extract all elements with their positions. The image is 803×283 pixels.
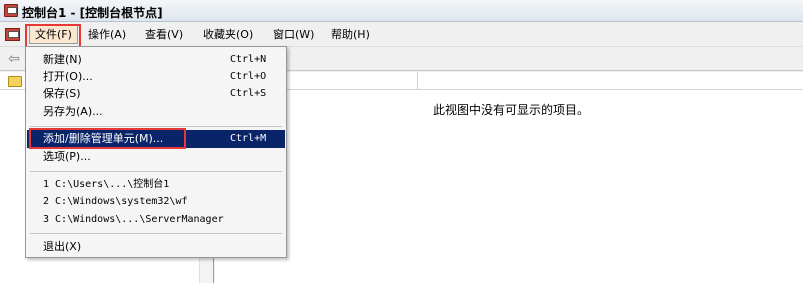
menu-item-save-as[interactable]: 另存为(A)... [27, 103, 285, 121]
menu-item-label: 保存(S) [43, 87, 81, 100]
empty-view-message: 此视图中没有可显示的项目。 [433, 103, 590, 117]
menu-item-exit[interactable]: 退出(X) [27, 238, 285, 256]
folder-icon [8, 76, 22, 87]
menu-item-recent-3[interactable]: 3 C:\Windows\...\ServerManager [27, 211, 285, 229]
system-menu-icon[interactable] [5, 28, 20, 41]
menu-item-options[interactable]: 选项(P)... [27, 148, 285, 166]
file-dropdown-menu: 新建(N) Ctrl+N 打开(O)... Ctrl+O 保存(S) Ctrl+… [25, 46, 287, 258]
menu-item-open[interactable]: 打开(O)... Ctrl+O [27, 68, 285, 86]
shortcut-label: Ctrl+N [230, 54, 267, 65]
menu-bar: 文件(F) 操作(A) 查看(V) 收藏夹(O) 窗口(W) 帮助(H) [0, 22, 803, 47]
menu-item-recent-1[interactable]: 1 C:\Users\...\控制台1 [27, 176, 285, 194]
menu-item-label: 新建(N) [43, 53, 82, 66]
menu-file[interactable]: 文件(F) [29, 25, 78, 44]
column-divider[interactable] [417, 72, 418, 90]
shortcut-label: Ctrl+O [230, 71, 267, 82]
menu-item-add-remove-snapin[interactable]: 添加/删除管理单元(M)... Ctrl+M [27, 130, 285, 148]
window-title: 控制台1 - [控制台根节点] [22, 6, 163, 20]
menu-help[interactable]: 帮助(H) [325, 25, 376, 44]
menu-action[interactable]: 操作(A) [82, 25, 132, 44]
menu-item-label: 选项(P)... [43, 150, 91, 163]
menu-item-label: 另存为(A)... [43, 105, 103, 118]
mmc-console-icon [4, 4, 18, 17]
menu-item-label: 添加/删除管理单元(M)... [43, 132, 164, 145]
shortcut-label: Ctrl+S [230, 88, 267, 99]
menu-item-label: 1 C:\Users\...\控制台1 [43, 179, 170, 190]
menu-separator [30, 171, 282, 172]
back-arrow-icon[interactable]: ⇦ [6, 51, 22, 67]
menu-item-label: 3 C:\Windows\...\ServerManager [43, 214, 224, 225]
menu-item-label: 打开(O)... [43, 70, 93, 83]
menu-window[interactable]: 窗口(W) [267, 25, 320, 44]
menu-item-new[interactable]: 新建(N) Ctrl+N [27, 51, 285, 69]
menu-item-label: 2 C:\Windows\system32\wf [43, 196, 188, 207]
menu-item-recent-2[interactable]: 2 C:\Windows\system32\wf [27, 193, 285, 211]
menu-separator [30, 233, 282, 234]
menu-separator [30, 126, 282, 127]
menu-view[interactable]: 查看(V) [139, 25, 189, 44]
menu-favorites[interactable]: 收藏夹(O) [197, 25, 259, 44]
title-bar: 控制台1 - [控制台根节点] [0, 0, 803, 22]
menu-item-save[interactable]: 保存(S) Ctrl+S [27, 85, 285, 103]
results-column-header [215, 72, 803, 90]
shortcut-label: Ctrl+M [230, 133, 267, 144]
menu-item-label: 退出(X) [43, 240, 82, 253]
